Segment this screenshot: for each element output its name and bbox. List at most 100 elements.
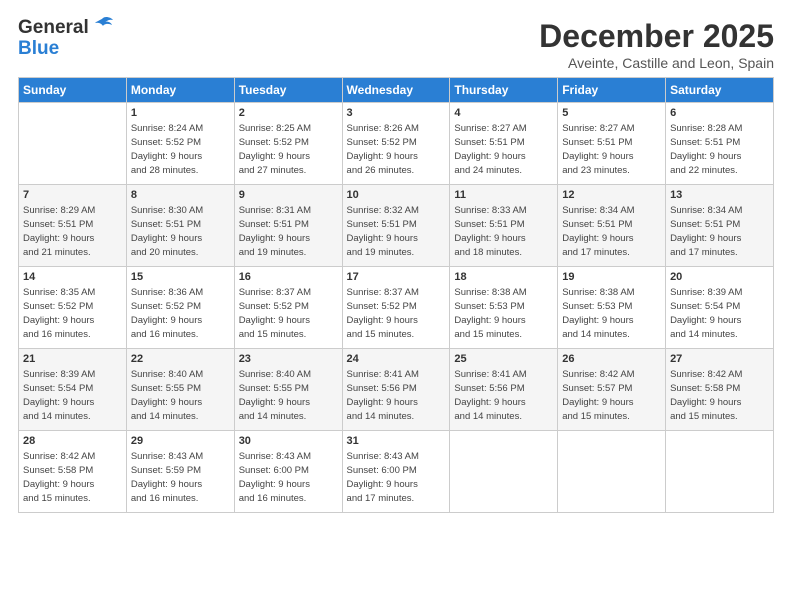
day-cell: 12Sunrise: 8:34 AM Sunset: 5:51 PM Dayli… <box>558 185 666 267</box>
day-number: 2 <box>239 106 338 121</box>
day-cell: 22Sunrise: 8:40 AM Sunset: 5:55 PM Dayli… <box>126 349 234 431</box>
day-info: Sunrise: 8:34 AM Sunset: 5:51 PM Dayligh… <box>670 204 769 259</box>
day-info: Sunrise: 8:27 AM Sunset: 5:51 PM Dayligh… <box>562 122 661 177</box>
day-number: 27 <box>670 352 769 367</box>
day-cell: 2Sunrise: 8:25 AM Sunset: 5:52 PM Daylig… <box>234 103 342 185</box>
day-info: Sunrise: 8:35 AM Sunset: 5:52 PM Dayligh… <box>23 286 122 341</box>
day-number: 5 <box>562 106 661 121</box>
day-cell: 21Sunrise: 8:39 AM Sunset: 5:54 PM Dayli… <box>19 349 127 431</box>
day-info: Sunrise: 8:39 AM Sunset: 5:54 PM Dayligh… <box>670 286 769 341</box>
day-number: 8 <box>131 188 230 203</box>
day-number: 29 <box>131 434 230 449</box>
day-cell: 5Sunrise: 8:27 AM Sunset: 5:51 PM Daylig… <box>558 103 666 185</box>
day-cell: 4Sunrise: 8:27 AM Sunset: 5:51 PM Daylig… <box>450 103 558 185</box>
day-number: 31 <box>347 434 446 449</box>
day-number: 7 <box>23 188 122 203</box>
day-info: Sunrise: 8:32 AM Sunset: 5:51 PM Dayligh… <box>347 204 446 259</box>
day-info: Sunrise: 8:41 AM Sunset: 5:56 PM Dayligh… <box>347 368 446 423</box>
day-cell: 18Sunrise: 8:38 AM Sunset: 5:53 PM Dayli… <box>450 267 558 349</box>
day-cell: 14Sunrise: 8:35 AM Sunset: 5:52 PM Dayli… <box>19 267 127 349</box>
day-number: 1 <box>131 106 230 121</box>
day-cell: 29Sunrise: 8:43 AM Sunset: 5:59 PM Dayli… <box>126 431 234 513</box>
day-info: Sunrise: 8:43 AM Sunset: 6:00 PM Dayligh… <box>347 450 446 505</box>
col-header-friday: Friday <box>558 78 666 103</box>
day-info: Sunrise: 8:42 AM Sunset: 5:58 PM Dayligh… <box>670 368 769 423</box>
day-cell: 11Sunrise: 8:33 AM Sunset: 5:51 PM Dayli… <box>450 185 558 267</box>
day-cell: 17Sunrise: 8:37 AM Sunset: 5:52 PM Dayli… <box>342 267 450 349</box>
day-info: Sunrise: 8:38 AM Sunset: 5:53 PM Dayligh… <box>562 286 661 341</box>
day-number: 4 <box>454 106 553 121</box>
day-info: Sunrise: 8:42 AM Sunset: 5:58 PM Dayligh… <box>23 450 122 505</box>
logo-bird-icon <box>91 16 115 36</box>
day-info: Sunrise: 8:38 AM Sunset: 5:53 PM Dayligh… <box>454 286 553 341</box>
day-cell: 16Sunrise: 8:37 AM Sunset: 5:52 PM Dayli… <box>234 267 342 349</box>
day-cell: 30Sunrise: 8:43 AM Sunset: 6:00 PM Dayli… <box>234 431 342 513</box>
day-number: 10 <box>347 188 446 203</box>
main-title: December 2025 <box>539 18 774 55</box>
day-number: 24 <box>347 352 446 367</box>
day-number: 17 <box>347 270 446 285</box>
day-info: Sunrise: 8:24 AM Sunset: 5:52 PM Dayligh… <box>131 122 230 177</box>
calendar-table: SundayMondayTuesdayWednesdayThursdayFrid… <box>18 77 774 513</box>
day-number: 12 <box>562 188 661 203</box>
day-number: 28 <box>23 434 122 449</box>
day-number: 30 <box>239 434 338 449</box>
day-cell: 19Sunrise: 8:38 AM Sunset: 5:53 PM Dayli… <box>558 267 666 349</box>
day-number: 22 <box>131 352 230 367</box>
day-cell: 13Sunrise: 8:34 AM Sunset: 5:51 PM Dayli… <box>666 185 774 267</box>
day-number: 25 <box>454 352 553 367</box>
day-info: Sunrise: 8:25 AM Sunset: 5:52 PM Dayligh… <box>239 122 338 177</box>
day-cell: 27Sunrise: 8:42 AM Sunset: 5:58 PM Dayli… <box>666 349 774 431</box>
col-header-thursday: Thursday <box>450 78 558 103</box>
day-number: 26 <box>562 352 661 367</box>
day-info: Sunrise: 8:37 AM Sunset: 5:52 PM Dayligh… <box>239 286 338 341</box>
day-info: Sunrise: 8:40 AM Sunset: 5:55 PM Dayligh… <box>239 368 338 423</box>
col-header-tuesday: Tuesday <box>234 78 342 103</box>
day-number: 14 <box>23 270 122 285</box>
day-info: Sunrise: 8:33 AM Sunset: 5:51 PM Dayligh… <box>454 204 553 259</box>
day-cell: 31Sunrise: 8:43 AM Sunset: 6:00 PM Dayli… <box>342 431 450 513</box>
day-info: Sunrise: 8:40 AM Sunset: 5:55 PM Dayligh… <box>131 368 230 423</box>
day-cell <box>666 431 774 513</box>
title-block: December 2025 Aveinte, Castille and Leon… <box>539 18 774 71</box>
logo-general: General <box>18 18 89 39</box>
day-cell: 26Sunrise: 8:42 AM Sunset: 5:57 PM Dayli… <box>558 349 666 431</box>
day-number: 9 <box>239 188 338 203</box>
day-cell: 6Sunrise: 8:28 AM Sunset: 5:51 PM Daylig… <box>666 103 774 185</box>
day-info: Sunrise: 8:37 AM Sunset: 5:52 PM Dayligh… <box>347 286 446 341</box>
day-info: Sunrise: 8:27 AM Sunset: 5:51 PM Dayligh… <box>454 122 553 177</box>
subtitle: Aveinte, Castille and Leon, Spain <box>539 55 774 71</box>
day-number: 20 <box>670 270 769 285</box>
day-cell <box>558 431 666 513</box>
day-number: 16 <box>239 270 338 285</box>
day-cell: 23Sunrise: 8:40 AM Sunset: 5:55 PM Dayli… <box>234 349 342 431</box>
day-cell <box>450 431 558 513</box>
day-cell: 28Sunrise: 8:42 AM Sunset: 5:58 PM Dayli… <box>19 431 127 513</box>
page: General Blue December 2025 Aveinte, Cast… <box>0 0 792 612</box>
col-header-monday: Monday <box>126 78 234 103</box>
day-info: Sunrise: 8:39 AM Sunset: 5:54 PM Dayligh… <box>23 368 122 423</box>
header-row: SundayMondayTuesdayWednesdayThursdayFrid… <box>19 78 774 103</box>
day-info: Sunrise: 8:43 AM Sunset: 5:59 PM Dayligh… <box>131 450 230 505</box>
day-cell: 9Sunrise: 8:31 AM Sunset: 5:51 PM Daylig… <box>234 185 342 267</box>
day-info: Sunrise: 8:26 AM Sunset: 5:52 PM Dayligh… <box>347 122 446 177</box>
week-row-1: 1Sunrise: 8:24 AM Sunset: 5:52 PM Daylig… <box>19 103 774 185</box>
day-info: Sunrise: 8:41 AM Sunset: 5:56 PM Dayligh… <box>454 368 553 423</box>
day-number: 21 <box>23 352 122 367</box>
week-row-5: 28Sunrise: 8:42 AM Sunset: 5:58 PM Dayli… <box>19 431 774 513</box>
day-cell: 1Sunrise: 8:24 AM Sunset: 5:52 PM Daylig… <box>126 103 234 185</box>
day-cell: 3Sunrise: 8:26 AM Sunset: 5:52 PM Daylig… <box>342 103 450 185</box>
day-info: Sunrise: 8:30 AM Sunset: 5:51 PM Dayligh… <box>131 204 230 259</box>
day-cell: 10Sunrise: 8:32 AM Sunset: 5:51 PM Dayli… <box>342 185 450 267</box>
day-cell <box>19 103 127 185</box>
day-cell: 15Sunrise: 8:36 AM Sunset: 5:52 PM Dayli… <box>126 267 234 349</box>
day-number: 3 <box>347 106 446 121</box>
day-number: 11 <box>454 188 553 203</box>
day-cell: 24Sunrise: 8:41 AM Sunset: 5:56 PM Dayli… <box>342 349 450 431</box>
day-info: Sunrise: 8:34 AM Sunset: 5:51 PM Dayligh… <box>562 204 661 259</box>
day-info: Sunrise: 8:43 AM Sunset: 6:00 PM Dayligh… <box>239 450 338 505</box>
day-info: Sunrise: 8:29 AM Sunset: 5:51 PM Dayligh… <box>23 204 122 259</box>
day-info: Sunrise: 8:28 AM Sunset: 5:51 PM Dayligh… <box>670 122 769 177</box>
day-cell: 8Sunrise: 8:30 AM Sunset: 5:51 PM Daylig… <box>126 185 234 267</box>
day-number: 23 <box>239 352 338 367</box>
